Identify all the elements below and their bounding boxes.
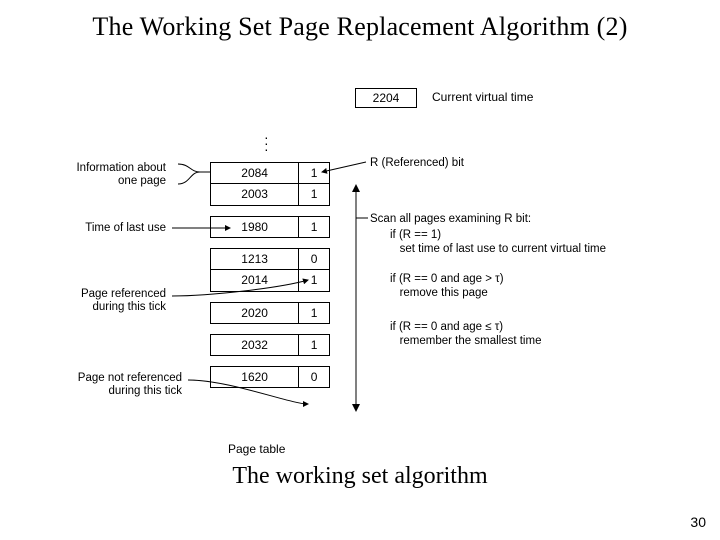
table-row: 2003 1	[210, 184, 330, 206]
case1-line2: set time of last use to current virtual …	[390, 242, 606, 256]
case2-line1: if (R == 0 and age > τ)	[390, 272, 504, 286]
page-number: 30	[690, 514, 706, 530]
r-cell: 1	[299, 270, 330, 292]
time-cell: 2032	[210, 334, 299, 356]
table-row: 2032 1	[210, 334, 330, 356]
table-row: 1980 1	[210, 216, 330, 238]
case3-line2: remember the smallest time	[390, 334, 541, 348]
r-cell: 0	[299, 248, 330, 270]
r-bit-label: R (Referenced) bit	[370, 156, 464, 170]
case2-line2: remove this page	[390, 286, 488, 300]
time-cell: 1980	[210, 216, 299, 238]
scan-header: Scan all pages examining R bit:	[370, 212, 531, 226]
page-table: 2084 1 2003 1 1980 1 1213 0 2014 1 2020 …	[210, 162, 330, 388]
case3-line1: if (R == 0 and age ≤ τ)	[390, 320, 503, 334]
time-cell: 2084	[210, 162, 299, 184]
time-cell: 2020	[210, 302, 299, 324]
info-label: Information about one page	[58, 162, 166, 188]
current-virtual-time-label: Current virtual time	[432, 90, 533, 104]
ellipsis-icon: ···	[264, 134, 269, 152]
page-table-label: Page table	[228, 442, 285, 456]
time-cell: 2014	[210, 270, 299, 292]
slide-title: The Working Set Page Replacement Algorit…	[0, 0, 720, 42]
case1-line1: if (R == 1)	[390, 228, 441, 242]
table-row: 2014 1	[210, 270, 330, 292]
time-cell: 2003	[210, 184, 299, 206]
r-cell: 1	[299, 184, 330, 206]
time-cell: 1620	[210, 366, 299, 388]
r-cell: 1	[299, 216, 330, 238]
table-row: 1213 0	[210, 248, 330, 270]
table-row: 2084 1	[210, 162, 330, 184]
time-last-use-label: Time of last use	[58, 222, 166, 235]
r-cell: 1	[299, 162, 330, 184]
diagram: 2204 Current virtual time ··· 2084 1 200…	[60, 72, 660, 452]
r-cell: 1	[299, 302, 330, 324]
slide-caption: The working set algorithm	[0, 463, 720, 490]
page-ref-label: Page referenced during this tick	[58, 288, 166, 314]
time-cell: 1213	[210, 248, 299, 270]
r-cell: 0	[299, 366, 330, 388]
table-row: 2020 1	[210, 302, 330, 324]
r-cell: 1	[299, 334, 330, 356]
table-row: 1620 0	[210, 366, 330, 388]
current-virtual-time-box: 2204	[355, 88, 417, 108]
page-not-ref-label: Page not referenced during this tick	[58, 372, 182, 398]
